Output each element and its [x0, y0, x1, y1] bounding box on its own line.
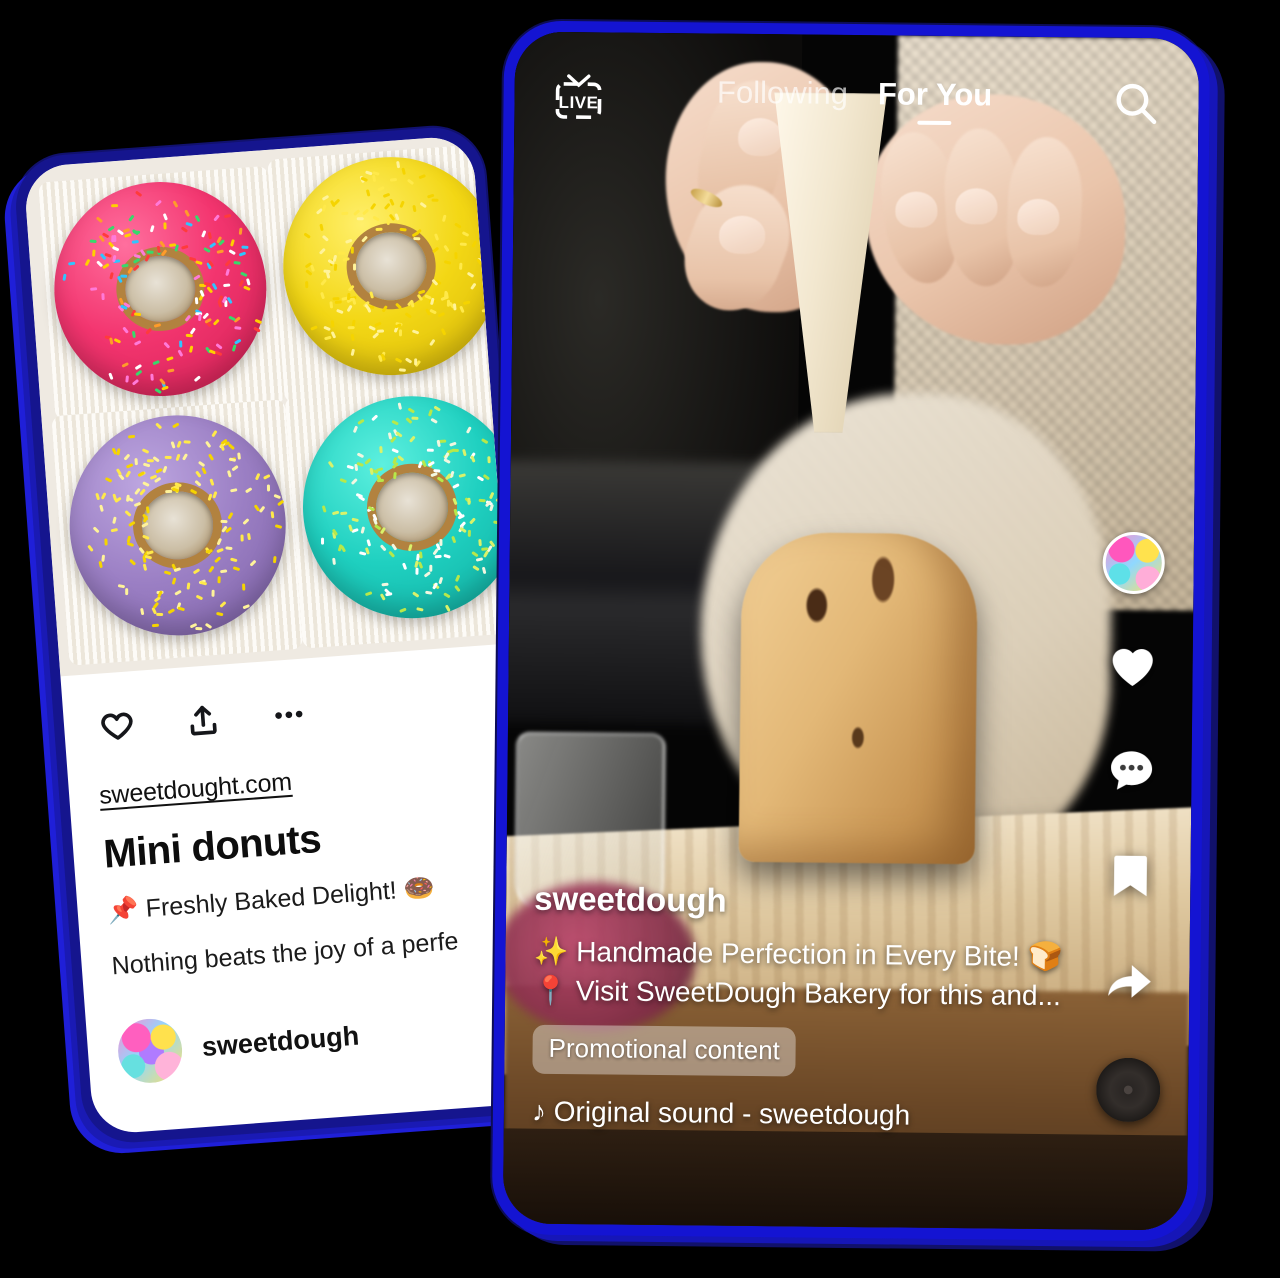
tab-following[interactable]: Following	[717, 75, 848, 124]
left-phone-screen: sweetdought.com Mini donuts 📌 Freshly Ba…	[23, 134, 543, 1136]
avatar	[115, 1016, 185, 1086]
post-author[interactable]: sweetdough	[115, 993, 510, 1086]
search-icon[interactable]	[1110, 78, 1161, 129]
live-icon[interactable]: LIVE	[552, 72, 605, 123]
right-phone-screen: LIVE Following For You sweetdough ✨ Hand…	[502, 31, 1200, 1231]
top-bar: LIVE Following For You	[514, 31, 1199, 168]
action-rail	[1095, 531, 1166, 1123]
panettone-bread	[738, 531, 979, 865]
heart-icon[interactable]	[97, 707, 138, 748]
post-title: Mini donuts	[101, 816, 323, 877]
post-author-name: sweetdough	[200, 1020, 361, 1062]
card-action-row	[97, 682, 485, 748]
post-subtitle: 📌 Freshly Baked Delight! 🍩	[106, 873, 436, 926]
sound-label[interactable]: ♪ Original sound - sweetdough	[532, 1096, 1092, 1134]
post-body: Nothing beats the joy of a perfe	[110, 927, 460, 981]
svg-text:LIVE: LIVE	[559, 93, 599, 112]
feed-tabs: Following For You	[598, 73, 1110, 126]
more-options-icon[interactable]	[269, 694, 310, 735]
share-icon[interactable]	[183, 701, 224, 742]
caption-line-2[interactable]: 📍 Visit SweetDough Bakery for this and..…	[533, 971, 1093, 1017]
video-caption: sweetdough ✨ Handmade Perfection in Ever…	[532, 879, 1095, 1133]
promotional-content-badge: Promotional content	[532, 1024, 797, 1077]
caption-username[interactable]: sweetdough	[534, 879, 1094, 923]
share-icon[interactable]	[1101, 953, 1158, 1015]
site-link[interactable]: sweetdought.com	[98, 768, 293, 811]
bookmark-icon[interactable]	[1102, 848, 1159, 910]
sound-disc-icon[interactable]	[1095, 1057, 1161, 1123]
tab-for-you[interactable]: For You	[878, 76, 993, 125]
left-card-body: sweetdought.com Mini donuts 📌 Freshly Ba…	[60, 643, 539, 1087]
right-phone-device: LIVE Following For You sweetdough ✨ Hand…	[491, 20, 1211, 1242]
donut-photo	[23, 134, 510, 677]
rail-avatar[interactable]	[1102, 531, 1166, 595]
caption-line-1: ✨ Handmade Perfection in Every Bite! 🍞	[533, 935, 1063, 972]
heart-icon[interactable]	[1104, 638, 1161, 700]
left-phone-device: sweetdought.com Mini donuts 📌 Freshly Ba…	[12, 124, 554, 1146]
comment-icon[interactable]	[1103, 743, 1160, 805]
scene-root: sweetdought.com Mini donuts 📌 Freshly Ba…	[0, 0, 1280, 1278]
